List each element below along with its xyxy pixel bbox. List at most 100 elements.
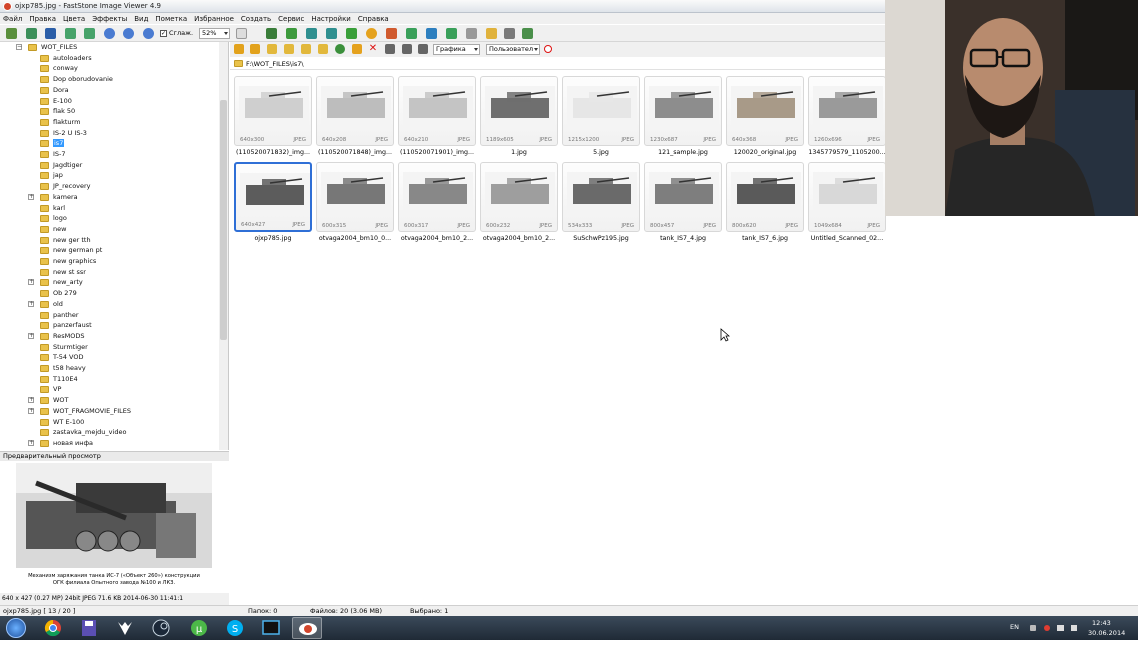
previous-icon[interactable] bbox=[65, 28, 76, 39]
menu-effects[interactable]: Эффекты bbox=[92, 15, 127, 23]
refresh-icon[interactable] bbox=[335, 44, 345, 54]
effects-icon[interactable] bbox=[366, 28, 377, 39]
menu-settings[interactable]: Настройки bbox=[311, 15, 351, 23]
tree-item[interactable]: WT E-100 bbox=[0, 417, 220, 428]
wallpaper-icon[interactable] bbox=[486, 28, 497, 39]
menu-colors[interactable]: Цвета bbox=[63, 15, 85, 23]
thumbnail-filename[interactable]: tank_IS7_6.jpg bbox=[723, 235, 807, 242]
thumbnail-filename[interactable]: (110520071832)_img... bbox=[231, 149, 315, 156]
thumbnail-card[interactable]: 800x620 JPEG bbox=[726, 162, 804, 232]
view-list-icon[interactable] bbox=[418, 44, 428, 54]
tree-expander-icon[interactable]: + bbox=[28, 397, 34, 404]
tray-expand-icon[interactable] bbox=[1030, 625, 1036, 631]
tree-item[interactable]: new ger tth bbox=[0, 235, 220, 246]
tree-item[interactable]: jap bbox=[0, 170, 220, 181]
hand-tool-icon[interactable] bbox=[236, 28, 247, 39]
thumbnail-filename[interactable]: SuSchwPz195.jpg bbox=[559, 235, 643, 242]
tree-item[interactable]: panther bbox=[0, 310, 220, 321]
thumbnail-card[interactable]: 800x457 JPEG bbox=[644, 162, 722, 232]
tree-item[interactable]: Dop oborudovanie bbox=[0, 74, 220, 85]
tree-expander-icon[interactable]: + bbox=[28, 407, 34, 414]
tree-item[interactable]: autoloaders bbox=[0, 53, 220, 64]
rotate-right-icon[interactable] bbox=[326, 28, 337, 39]
thumbnail-filename[interactable]: otvaga2004_bm10_0... bbox=[313, 235, 397, 242]
next-icon[interactable] bbox=[84, 28, 95, 39]
crop-icon[interactable] bbox=[266, 28, 277, 39]
thumbnail-card[interactable]: 534x333 JPEG bbox=[562, 162, 640, 232]
faststone-taskbar-icon[interactable] bbox=[292, 617, 322, 639]
thumbnail-card[interactable]: 1189x605 JPEG bbox=[480, 76, 558, 146]
thumbnail-card[interactable]: 640x210 JPEG bbox=[398, 76, 476, 146]
forward-icon[interactable] bbox=[250, 44, 260, 54]
thumbnail-card[interactable]: 1049x684 JPEG bbox=[808, 162, 886, 232]
email-icon[interactable] bbox=[466, 28, 477, 39]
thumbnail-card[interactable]: 640x208 JPEG bbox=[316, 76, 394, 146]
rotate-left-icon[interactable] bbox=[306, 28, 317, 39]
tree-item[interactable]: + kamera bbox=[0, 192, 220, 203]
tree-item[interactable]: E-100 bbox=[0, 96, 220, 107]
menu-create[interactable]: Создать bbox=[241, 15, 271, 23]
tree-item[interactable]: new bbox=[0, 224, 220, 235]
tree-item[interactable]: conway bbox=[0, 63, 220, 74]
open-folder-icon[interactable] bbox=[6, 28, 17, 39]
tree-expander-icon[interactable]: + bbox=[28, 439, 34, 446]
tree-item[interactable]: t58 heavy bbox=[0, 363, 220, 374]
tree-item[interactable]: is7 bbox=[0, 138, 220, 149]
thumbnail-filename[interactable]: otvaga2004_bm10_2... bbox=[477, 235, 561, 242]
tree-item[interactable]: + WOT_FRAGMOVIE_FILES bbox=[0, 406, 220, 417]
filter-select[interactable]: Графика bbox=[433, 44, 480, 55]
thumbnail-card[interactable]: 640x300 JPEG bbox=[234, 76, 312, 146]
thumbnail-filename[interactable]: 120020_original.jpg bbox=[723, 149, 807, 156]
menu-file[interactable]: Файл bbox=[3, 15, 22, 23]
language-indicator[interactable]: EN bbox=[1010, 623, 1019, 647]
folder-tree[interactable]: − WOT_FILES autoloaders conway Dop oborudova… bbox=[0, 42, 229, 450]
thumbnail-filename[interactable]: ojxp785.jpg bbox=[231, 235, 315, 242]
tree-item[interactable]: panzerfaust bbox=[0, 320, 220, 331]
tree-expander-icon[interactable]: + bbox=[28, 193, 34, 200]
tree-item[interactable]: new german pt bbox=[0, 245, 220, 256]
save-icon[interactable] bbox=[45, 28, 56, 39]
thumbnail-card[interactable]: 1260x696 JPEG bbox=[808, 76, 886, 146]
delete-icon[interactable]: ✕ bbox=[368, 44, 378, 54]
thumbnail-filename[interactable]: 1345779579_1105200... bbox=[805, 149, 889, 156]
view-details-icon[interactable] bbox=[402, 44, 412, 54]
zoom-in-icon[interactable] bbox=[104, 28, 115, 39]
compare-icon[interactable] bbox=[406, 28, 417, 39]
resize-icon[interactable] bbox=[286, 28, 297, 39]
menu-favorites[interactable]: Избранное bbox=[194, 15, 234, 23]
tree-expander-icon[interactable]: − bbox=[16, 44, 22, 50]
menu-help[interactable]: Справка bbox=[358, 15, 389, 23]
thumbnail-card[interactable]: 600x232 JPEG bbox=[480, 162, 558, 232]
actual-size-icon[interactable] bbox=[143, 28, 154, 39]
draw-icon[interactable] bbox=[386, 28, 397, 39]
up-folder-icon[interactable] bbox=[267, 44, 277, 54]
obs-taskbar-icon[interactable] bbox=[110, 617, 140, 639]
tree-item[interactable]: new st ssr bbox=[0, 267, 220, 278]
tree-item[interactable]: + WOT bbox=[0, 395, 220, 406]
thumbnail-filename[interactable]: (110520071848)_img... bbox=[313, 149, 397, 156]
tree-item[interactable]: + ResMODS bbox=[0, 331, 220, 342]
start-button-icon[interactable] bbox=[6, 618, 26, 638]
open-file-icon[interactable] bbox=[26, 28, 37, 39]
home-folder-icon[interactable] bbox=[284, 44, 294, 54]
tray-app-icon[interactable] bbox=[1044, 625, 1050, 631]
adjust-icon[interactable] bbox=[346, 28, 357, 39]
menu-tools[interactable]: Сервис bbox=[278, 15, 304, 23]
menu-view[interactable]: Вид bbox=[134, 15, 148, 23]
thumbnail-filename[interactable]: Untitled_Scanned_02... bbox=[805, 235, 889, 242]
thumbnail-filename[interactable]: (110520071901)_img... bbox=[395, 149, 479, 156]
clock-date[interactable]: 30.06.2014 bbox=[1088, 629, 1125, 653]
tree-item[interactable]: + old bbox=[0, 299, 220, 310]
tree-item[interactable]: VP bbox=[0, 384, 220, 395]
smooth-toggle[interactable]: ✓ Сглаж. bbox=[160, 29, 193, 37]
tree-item[interactable]: Jagdtiger bbox=[0, 160, 220, 171]
stop-icon[interactable] bbox=[544, 45, 552, 53]
tree-item[interactable]: flak 50 bbox=[0, 106, 220, 117]
histogram-icon[interactable] bbox=[426, 28, 437, 39]
settings-icon[interactable] bbox=[522, 28, 533, 39]
steam-taskbar-icon[interactable] bbox=[146, 617, 176, 639]
thumbnail-filename[interactable]: 1.jpg bbox=[477, 149, 561, 156]
thumbnail-filename[interactable]: 5.jpg bbox=[559, 149, 643, 156]
tree-item[interactable]: new graphics bbox=[0, 256, 220, 267]
tree-expander-icon[interactable]: + bbox=[28, 332, 34, 339]
